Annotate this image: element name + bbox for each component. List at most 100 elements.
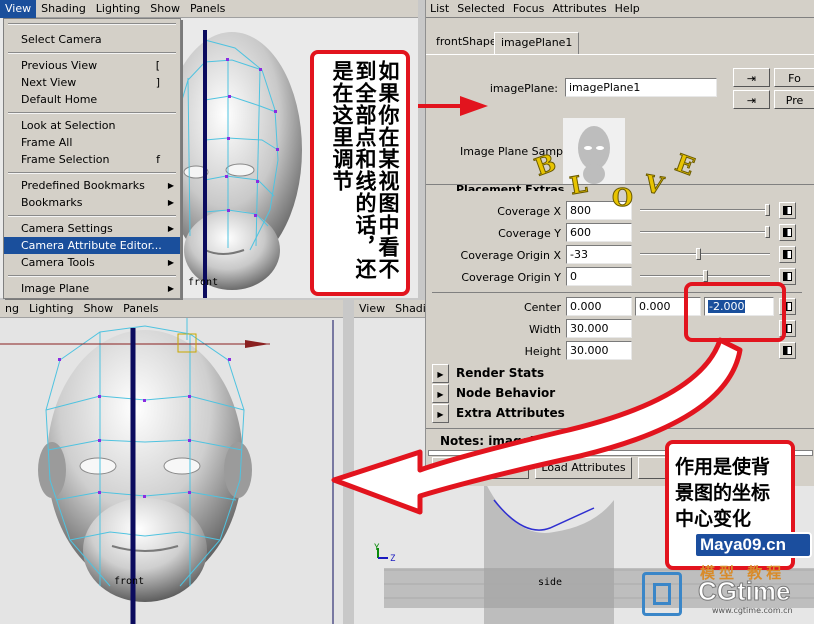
menu-shading-partial[interactable]: ng [0,300,24,318]
coverage-slider-handle[interactable] [765,226,770,238]
coverage-field[interactable]: 0 [566,267,632,286]
menu-view[interactable]: View [0,0,37,18]
menu-item-label: Frame All [21,136,73,149]
coverage-label: Coverage Y [498,227,561,240]
annotation-note-top: 如果你在某视图中看不到全部点和线的话，还是在这里调节 [310,50,410,296]
submenu-arrow-icon: ▶ [167,284,174,293]
divider [432,292,802,293]
width-map-button[interactable] [779,320,796,337]
coverage-field[interactable]: -33 [566,245,632,264]
coverage-slider-handle[interactable] [765,204,770,216]
section-render-stats[interactable]: ▶ Render Stats [432,364,802,383]
menu-item-shortcut: ] [155,76,160,89]
ae-menu-attributes[interactable]: Attributes [548,0,610,17]
top-left-view-menubar: View Shading Lighting Show Panels [0,0,418,18]
center-z-field[interactable]: -2.000 [704,297,774,316]
coverage-slider[interactable] [640,231,770,233]
section-title: Extra Attributes [456,406,565,420]
presets-button[interactable]: Pre [774,90,814,109]
menu-item-bookmarks[interactable]: Bookmarks ▶ [4,194,180,211]
section-node-behavior[interactable]: ▶ Node Behavior [432,384,802,403]
menu-separator [8,215,176,217]
menu-lighting[interactable]: Lighting [24,300,78,318]
menu-panels[interactable]: Panels [118,300,163,318]
front-viewport-bottom[interactable]: front [0,300,343,624]
menu-item-select-camera[interactable]: Select Camera [4,31,180,48]
camera-label-front-top: front [188,277,219,288]
cgtime-logo-icon [642,572,682,616]
coverage-slider-handle[interactable] [696,248,702,260]
focus-button[interactable]: Fo [774,68,814,87]
axis-y-label: Y [374,543,380,553]
coverage-map-button[interactable] [779,224,796,241]
divider [426,428,814,429]
menu-view[interactable]: View [354,300,390,318]
menu-item-next-view[interactable]: Next View] [4,74,180,91]
site-badge: Maya09.cn [694,532,812,558]
menu-item-camera-attribute-editor[interactable]: Camera Attribute Editor... [4,237,180,254]
submenu-arrow-icon: ▶ [167,258,174,267]
center-x-field[interactable]: 0.000 [566,297,632,316]
menu-item-image-plane[interactable]: Image Plane ▶ [4,280,180,297]
coverage-map-button[interactable] [779,246,796,263]
menu-item-camera-tools[interactable]: Camera Tools ▶ [4,254,180,271]
placement-extras-section-partial[interactable]: Placement Extras [456,183,564,191]
center-y-field[interactable]: 0.000 [635,297,701,316]
menu-lighting[interactable]: Lighting [91,0,145,18]
site-badge-text: Maya09.cn [700,535,786,554]
menu-separator [8,112,176,114]
menu-item-label: Camera Settings [21,222,113,235]
coverage-map-button[interactable] [779,202,796,219]
section-extra-attributes[interactable]: ▶ Extra Attributes [432,404,802,423]
menu-panels[interactable]: Panels [185,0,230,18]
coverage-slider-handle[interactable] [702,270,708,282]
coverage-slider[interactable] [640,253,770,255]
menu-item-camera-settings[interactable]: Camera Settings ▶ [4,220,180,237]
ae-menu-selected[interactable]: Selected [453,0,509,17]
focus-output-button[interactable]: ⇥ [733,90,770,109]
select-button[interactable]: Select [432,457,529,479]
menu-item-label: Look at Selection [21,119,116,132]
head-model-front-bottom [0,318,334,624]
center-map-button[interactable] [779,298,796,315]
coverage-slider[interactable] [640,209,770,211]
cgtime-logo-text: CGtime [697,576,791,607]
menu-item-label: Predefined Bookmarks [21,179,145,192]
height-map-button[interactable] [779,342,796,359]
menu-shading[interactable]: Shading [36,0,91,18]
menu-item-shortcut: [ [155,59,160,72]
tab-frontshape[interactable]: frontShape [430,32,503,54]
ae-menu-list[interactable]: List [426,0,453,17]
menu-item-previous-view[interactable]: Previous View [ [4,57,180,74]
menu-item-default-home[interactable]: Default Home [4,91,180,108]
coverage-label: Coverage X [497,205,561,218]
height-field[interactable]: 30.000 [566,341,632,360]
menu-show[interactable]: Show [78,300,118,318]
ae-menu-help[interactable]: Help [611,0,644,17]
tab-imageplane1[interactable]: imagePlane1 [494,32,580,54]
coverage-map-button[interactable] [779,268,796,285]
focus-input-button[interactable]: ⇥ [733,68,770,87]
center-label: Center [523,301,561,314]
coverage-field[interactable]: 600 [566,223,632,242]
annotation-note-top-text: 如果你在某视图中看不到全部点和线的话，还是在这里调节 [330,60,401,280]
menu-separator [8,275,176,277]
menu-show[interactable]: Show [145,0,185,18]
center-z-value: -2.000 [708,300,746,313]
width-label: Width [529,323,561,336]
load-attributes-button[interactable]: Load Attributes [535,457,632,479]
menu-item-predefined-bookmarks[interactable]: Predefined Bookmarks ▶ [4,177,180,194]
expand-arrow-icon: ▶ [432,364,449,383]
menu-item-frame-all[interactable]: Frame All [4,134,180,151]
width-field[interactable]: 30.000 [566,319,632,338]
node-name-field[interactable]: imagePlane1 [565,78,717,97]
submenu-arrow-icon: ▶ [167,224,174,233]
menu-item-look-at-selection[interactable]: Look at Selection [4,117,180,134]
ae-menu-focus[interactable]: Focus [509,0,548,17]
menu-item-frame-selection[interactable]: Frame Selection f [4,151,180,168]
camera-label-front-bottom: front [114,576,145,587]
camera-label-side: side [538,577,563,588]
menu-item-label: Next View [21,76,77,89]
menu-item-label: Image Plane [21,282,90,295]
submenu-arrow-icon: ▶ [167,181,174,190]
